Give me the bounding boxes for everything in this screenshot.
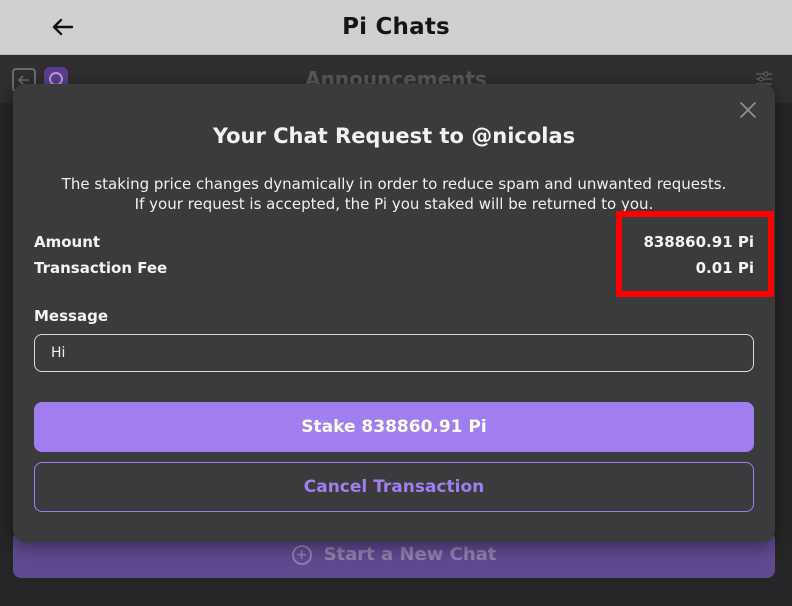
start-new-chat-label: Start a New Chat (323, 544, 497, 565)
description-line-1: The staking price changes dynamically in… (61, 175, 727, 193)
cancel-transaction-button[interactable]: Cancel Transaction (34, 462, 754, 512)
app-bar: Pi Chats (0, 0, 792, 55)
stake-button[interactable]: Stake 838860.91 Pi (34, 402, 754, 452)
amount-label: Amount (34, 233, 101, 251)
chat-request-modal: Your Chat Request to @nicolas The stakin… (13, 84, 775, 542)
highlight-box (616, 211, 774, 297)
message-label: Message (34, 307, 108, 325)
app-title: Pi Chats (342, 14, 450, 40)
modal-description: The staking price changes dynamically in… (33, 174, 755, 214)
fee-label: Transaction Fee (34, 259, 168, 277)
message-input[interactable] (34, 334, 754, 372)
close-icon[interactable] (737, 99, 759, 121)
modal-title: Your Chat Request to @nicolas (212, 124, 576, 148)
plus-circle-icon: + (291, 544, 312, 565)
arrow-left-icon[interactable] (48, 12, 78, 42)
